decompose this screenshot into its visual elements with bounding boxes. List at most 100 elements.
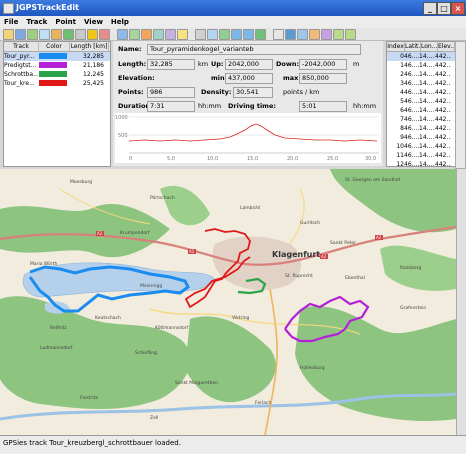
column-longitude[interactable]: Lon...: [421, 42, 438, 51]
point-index: 0: [400, 53, 404, 60]
settings-icon[interactable]: [345, 29, 356, 40]
track-row[interactable]: Tour_kre... 25,425: [4, 79, 110, 88]
duration-unit: hh:mm: [198, 102, 222, 110]
map-icon[interactable]: [297, 29, 308, 40]
refresh-icon[interactable]: [51, 29, 62, 40]
map-scrollbar[interactable]: [456, 169, 466, 435]
point-row[interactable]: 546....14....442...: [387, 97, 455, 106]
insert-point-icon[interactable]: [219, 29, 230, 40]
upload-icon[interactable]: [63, 29, 74, 40]
point-row[interactable]: 1046....14....442...: [387, 142, 455, 151]
track-length: 21,186: [83, 62, 104, 69]
place-label: Gurlitsch: [300, 220, 320, 226]
star-icon[interactable]: [87, 29, 98, 40]
point-elevation: 442...: [435, 143, 451, 150]
edit-icon[interactable]: [177, 29, 188, 40]
track-row[interactable]: Tour_pyr... 32,285: [4, 52, 110, 61]
track-color-swatch[interactable]: [39, 53, 67, 59]
column-latitude[interactable]: Latit...: [405, 42, 421, 51]
point-latitude: 46....: [404, 98, 419, 105]
column-track[interactable]: Track: [4, 42, 39, 51]
zoom-icon[interactable]: [321, 29, 332, 40]
point-index: 4: [400, 89, 404, 96]
point-row[interactable]: 446....14....442...: [387, 88, 455, 97]
column-elevation[interactable]: Elev...: [438, 42, 455, 51]
track-color-swatch[interactable]: [39, 71, 67, 77]
close-button[interactable]: ×: [451, 2, 465, 15]
column-index[interactable]: Index: [387, 42, 405, 51]
track-row[interactable]: Schrottba... 12,245: [4, 70, 110, 79]
point-elevation: 442...: [435, 116, 451, 123]
menu-track[interactable]: Track: [22, 16, 51, 28]
save-icon[interactable]: [15, 29, 26, 40]
maximize-button[interactable]: □: [437, 2, 451, 15]
menu-help[interactable]: Help: [107, 16, 133, 28]
arrow-right-icon[interactable]: [255, 29, 266, 40]
copy-icon[interactable]: [165, 29, 176, 40]
arrow-up-icon[interactable]: [231, 29, 242, 40]
split-icon[interactable]: [141, 29, 152, 40]
points-field: 986: [147, 87, 195, 98]
name-field[interactable]: Tour_pyramidenkogel_varianteb: [147, 44, 361, 55]
wrench-icon[interactable]: [285, 29, 296, 40]
place-label: Ferlach: [255, 400, 271, 406]
point-row[interactable]: 646....14....442...: [387, 106, 455, 115]
point-longitude: 14....: [419, 80, 435, 87]
tracks-table-header: Track Color Length [km]: [4, 42, 110, 52]
menu-view[interactable]: View: [80, 16, 107, 28]
place-label: Moosburg: [70, 179, 92, 185]
status-bar: GPSies track Tour_kreuzbergl_schrottbaue…: [0, 435, 466, 454]
cut-icon[interactable]: [195, 29, 206, 40]
compress-icon[interactable]: [153, 29, 164, 40]
point-longitude: 14....: [419, 161, 435, 168]
point-row[interactable]: 146....14....442...: [387, 61, 455, 70]
points-table-body: 046....14....442... 146....14....442... 24…: [387, 52, 455, 178]
merge-icon[interactable]: [129, 29, 140, 40]
road-number: A2: [321, 254, 327, 259]
point-index: 11: [396, 152, 404, 159]
reverse-icon[interactable]: [117, 29, 128, 40]
point-row[interactable]: 946....14....442...: [387, 133, 455, 142]
profile-xtick-5: 5,0: [167, 156, 175, 162]
track-length: 32,285: [83, 53, 104, 60]
minimize-button[interactable]: _: [423, 2, 437, 15]
point-row[interactable]: 1246....14....442...: [387, 160, 455, 169]
track-row[interactable]: Predigtst... 21,186: [4, 61, 110, 70]
driving-time-label: Driving time:: [228, 102, 276, 110]
point-row[interactable]: 1146....14....442...: [387, 151, 455, 160]
map-view[interactable]: Klagenfurt Moosburg Pörtschach St. Georg…: [0, 169, 456, 435]
point-latitude: 46....: [404, 71, 419, 78]
open-folder-icon[interactable]: [3, 29, 14, 40]
point-row[interactable]: 846....14....442...: [387, 124, 455, 133]
profile-xtick-30: 30,0: [365, 156, 376, 162]
delete-track-icon[interactable]: [99, 29, 110, 40]
track-color-swatch[interactable]: [39, 80, 67, 86]
place-label: Sankt Peter: [330, 240, 356, 246]
elevation-label: Elevation:: [118, 74, 155, 82]
point-index: 12: [396, 161, 404, 168]
column-color[interactable]: Color: [39, 42, 70, 51]
place-label: Maria Wörth: [30, 261, 57, 267]
layers-icon[interactable]: [309, 29, 320, 40]
track-length: 25,425: [83, 80, 104, 87]
driving-time-unit: hh:mm: [353, 102, 377, 110]
point-row[interactable]: 246....14....442...: [387, 70, 455, 79]
chart-icon[interactable]: [333, 29, 344, 40]
menu-point[interactable]: Point: [51, 16, 80, 28]
profile-xtick-25: 25,0: [327, 156, 338, 162]
globe-icon[interactable]: [39, 29, 50, 40]
points-table-scrollbar[interactable]: [455, 41, 466, 169]
download-icon[interactable]: [27, 29, 38, 40]
print-icon[interactable]: [75, 29, 86, 40]
arrow-down-icon[interactable]: [243, 29, 254, 40]
point-row[interactable]: 346....14....442...: [387, 79, 455, 88]
track-color-swatch[interactable]: [39, 62, 67, 68]
column-length[interactable]: Length [km]: [70, 42, 109, 51]
menu-file[interactable]: File: [0, 16, 22, 28]
duration-field: 7:31: [147, 101, 195, 112]
point-elevation: 442...: [435, 107, 451, 114]
point-row[interactable]: 746....14....442...: [387, 115, 455, 124]
point-row[interactable]: 046....14....442...: [387, 52, 455, 61]
min-elevation-field: 437,000: [225, 73, 273, 84]
paste-icon[interactable]: [207, 29, 218, 40]
